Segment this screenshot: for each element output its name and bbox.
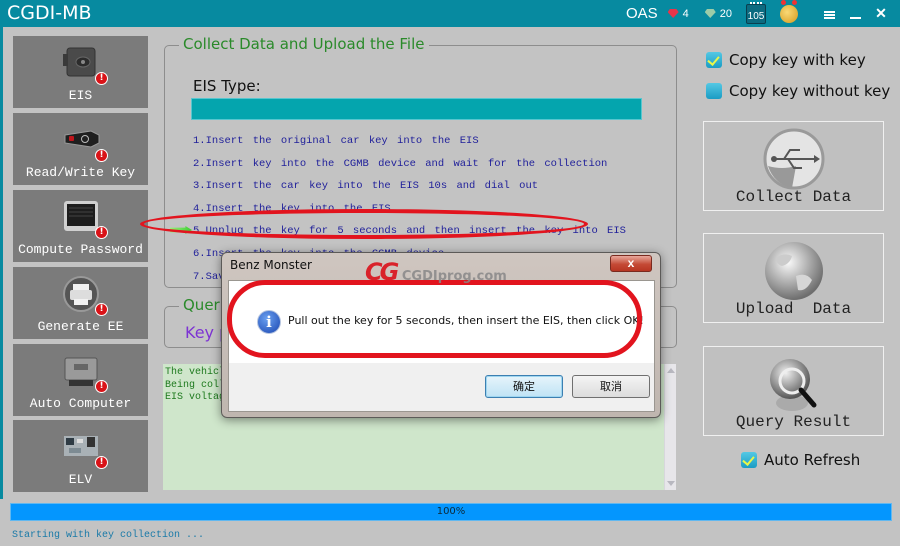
message-dialog: Benz Monster x i Pull out the key for 5 … [221,252,661,418]
sidebar-item-label: Auto Computer [29,396,132,411]
auto-refresh-checkbox[interactable]: Auto Refresh [741,451,860,469]
globe-icon [764,242,823,300]
checkbox-label: Copy key without key [729,82,891,100]
status-text: Starting with key collection ... [12,530,205,541]
warning-icon: ! [95,226,108,239]
sidebar: ! EIS ! Read/Write Key ! Compute Passwor… [0,27,154,499]
green-gem-count: 20 [719,7,732,20]
medal-icon[interactable] [780,0,798,23]
sidebar-item-elv[interactable]: ! ELV [13,420,148,492]
dialog-body: i Pull out the key for 5 seconds, then i… [228,280,655,412]
collect-data-label: Collect Data [735,188,852,206]
usb-icon [763,128,824,190]
collect-group-title: Collect Data and Upload the File [179,35,429,53]
dialog-title: Benz Monster [230,258,312,272]
minimize-button[interactable] [842,6,868,22]
checkbox-checked-icon [706,52,722,68]
calendar-icon[interactable]: 105 [746,1,766,24]
query-result-button[interactable]: Query Result [703,346,884,436]
close-icon: x [627,256,635,270]
close-icon: ✕ [875,5,887,21]
eis-type-field [191,98,642,120]
checkbox-unchecked-icon [706,83,722,99]
copy-key-without-key-checkbox[interactable]: Copy key without key [706,82,890,100]
sidebar-item-compute-password[interactable]: ! Compute Password [13,190,148,262]
warning-icon: ! [95,72,108,85]
green-gem-counter: 20 [704,7,732,20]
sidebar-item-label: Generate EE [37,319,124,334]
sidebar-item-generate-ee[interactable]: ! Generate EE [13,267,148,339]
minimize-icon [849,16,861,19]
title-bar: CGDI-MB OAS 4 20 105 ✕ [0,0,900,27]
collect-data-button[interactable]: Collect Data [703,121,884,211]
step-item: 1.Insert the original car key into the E… [193,135,479,147]
checkbox-checked-icon [741,452,757,468]
step-item: 2.Insert key into the CGMB device and wa… [193,157,608,170]
globe-search-icon [769,359,816,411]
dialog-message-area: i Pull out the key for 5 seconds, then i… [229,281,654,363]
warning-icon: ! [95,456,108,469]
upload-data-label: Upload Data [735,300,852,318]
scroll-up-icon[interactable] [667,368,675,373]
sidebar-item-label: Read/Write Key [25,165,136,180]
scroll-down-icon[interactable] [667,481,675,486]
warning-icon: ! [95,303,108,316]
upload-data-button[interactable]: Upload Data [703,233,884,323]
oas-label[interactable]: OAS [626,5,658,22]
warning-icon: ! [95,149,108,162]
sidebar-item-label: EIS [68,88,93,103]
copy-key-with-key-checkbox[interactable]: Copy key with key [706,51,866,69]
red-gem-count: 4 [682,7,689,20]
menu-button[interactable] [816,6,842,22]
title-bar-controls: OAS 4 20 105 ✕ [626,0,900,27]
menu-icon [823,10,835,19]
eis-type-label: EIS Type: [193,77,261,95]
sidebar-item-auto-computer[interactable]: ! Auto Computer [13,344,148,416]
sidebar-item-label: ELV [68,472,93,487]
dialog-message: Pull out the key for 5 seconds, then ins… [288,314,644,327]
query-group-title: Quer [179,296,224,314]
progress-label: 100% [436,506,466,517]
current-step-arrow-icon [170,226,192,234]
cancel-button[interactable]: 取消 [572,375,650,398]
log-scrollbar[interactable] [664,364,676,490]
sidebar-item-label: Compute Password [18,242,143,257]
step-item: 4.Insert the key into the EIS [193,202,391,215]
checkbox-label: Copy key with key [729,51,866,69]
dialog-close-button[interactable]: x [610,255,652,272]
checkbox-label: Auto Refresh [764,451,861,469]
app-title: CGDI-MB [7,2,92,24]
info-icon: i [257,310,281,334]
calendar-days: 105 [747,10,765,22]
green-gem-icon [704,9,716,18]
close-button[interactable]: ✕ [868,5,894,22]
step-item-current: 5.Unplug the key for 5 seconds and then … [193,225,626,238]
warning-icon: ! [95,380,108,393]
red-gem-icon [667,9,679,18]
progress-bar: 100% [10,503,892,521]
sidebar-item-eis[interactable]: ! EIS [13,36,148,108]
sidebar-item-read-write-key[interactable]: ! Read/Write Key [13,113,148,185]
ok-button[interactable]: 确定 [485,375,563,398]
red-gem-counter: 4 [667,7,689,20]
step-item: 3.Insert the car key into the EIS 10s an… [193,180,539,193]
query-result-label: Query Result [735,413,852,431]
